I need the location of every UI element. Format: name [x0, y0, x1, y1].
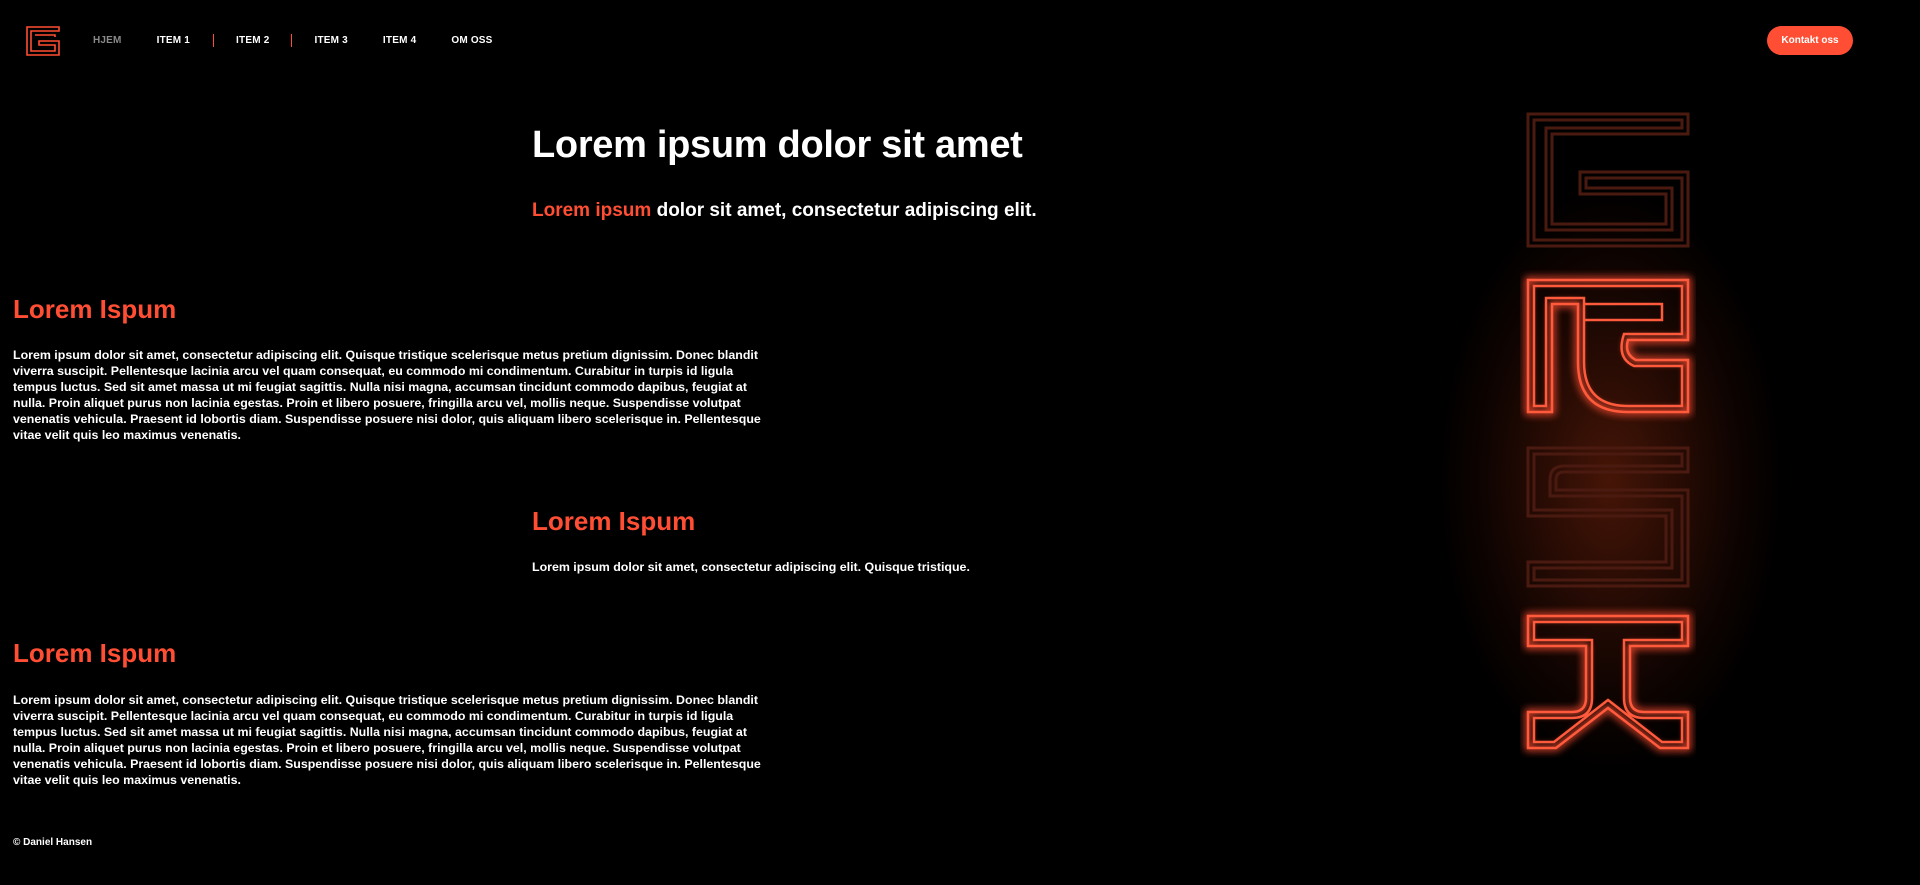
- nav-item-1[interactable]: ITEM 1: [157, 35, 190, 46]
- section-body: Lorem ipsum dolor sit amet, consectetur …: [13, 693, 761, 787]
- neon-letters-graphic: [1525, 112, 1691, 751]
- neon-letter-k: [1525, 613, 1691, 751]
- nav-item-om-oss[interactable]: OM OSS: [451, 35, 492, 46]
- hero-subtitle: Lorem ipsum dolor sit amet, consectetur …: [532, 200, 1037, 222]
- nav-item-2[interactable]: ITEM 2: [236, 35, 269, 46]
- section-body: Lorem ipsum dolor sit amet, consectetur …: [532, 560, 970, 574]
- nav-item-3[interactable]: ITEM 3: [314, 35, 347, 46]
- footer-copyright: © Daniel Hansen: [13, 837, 93, 848]
- section-body: Lorem ipsum dolor sit amet, consectetur …: [13, 348, 761, 442]
- page: HJEM ITEM 1 ITEM 2 ITEM 3 ITEM 4 OM OSS …: [0, 0, 1920, 885]
- section-title: Lorem Ispum: [13, 638, 177, 668]
- nav-divider: [291, 34, 293, 47]
- hero-subtitle-text: dolor sit amet, consectetur adipiscing e…: [651, 200, 1037, 221]
- hero-subtitle-accent: Lorem ipsum: [532, 200, 652, 221]
- neon-letter-s: [1526, 446, 1690, 588]
- section-title: Lorem Ispum: [532, 506, 696, 536]
- hero-title: Lorem ipsum dolor sit amet: [532, 124, 1023, 166]
- main-nav: HJEM ITEM 1 ITEM 2 ITEM 3 ITEM 4 OM OSS: [93, 34, 493, 47]
- section-title: Lorem Ispum: [13, 294, 177, 324]
- nav-item-4[interactable]: ITEM 4: [383, 35, 416, 46]
- contact-button[interactable]: Kontakt oss: [1767, 26, 1853, 55]
- nav-divider: [213, 34, 215, 47]
- neon-letter-g: [1526, 112, 1690, 248]
- neon-letter-r: [1525, 277, 1691, 415]
- g-logo-icon[interactable]: [26, 26, 60, 56]
- nav-item-hjem[interactable]: HJEM: [93, 35, 122, 46]
